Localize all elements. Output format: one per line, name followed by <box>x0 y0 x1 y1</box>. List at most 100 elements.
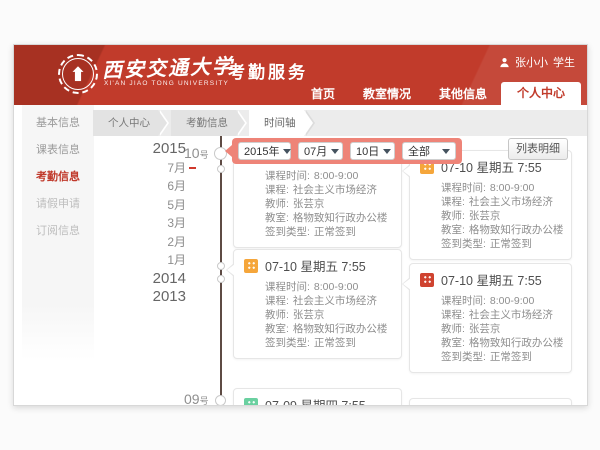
sidebar-item-timetable[interactable]: 课表信息 <box>22 137 94 164</box>
field-value: 格物致知行政办公楼 <box>469 337 564 349</box>
field-label: 教师: <box>441 210 465 222</box>
status-stamp-icon <box>244 398 258 406</box>
sidebar-item-subscription[interactable]: 订阅信息 <box>22 218 94 245</box>
nav-other-info[interactable]: 其他信息 <box>425 83 501 105</box>
nav-personal-center[interactable]: 个人中心 <box>501 82 581 105</box>
field-value: 社会主义市场经济 <box>293 184 377 196</box>
field-value: 格物致知行政办公楼 <box>293 212 388 224</box>
field-value: 社会主义市场经济 <box>469 196 553 208</box>
month-select[interactable]: 07月 <box>298 142 343 160</box>
timeline-month-1[interactable]: 1月 <box>114 251 186 270</box>
status-stamp-icon <box>244 259 258 273</box>
timeline-day-label-09: 09号 <box>184 391 209 405</box>
field-value: 张芸京 <box>469 323 501 335</box>
field-label: 课程时间: <box>265 170 310 182</box>
field-value: 张芸京 <box>293 309 325 321</box>
field-label: 课程: <box>441 309 465 321</box>
timeline-month-3[interactable]: 3月 <box>114 214 186 233</box>
field-label: 教室: <box>441 337 465 349</box>
timeline-year-2013[interactable]: 2013 <box>114 288 186 307</box>
field-label: 教师: <box>265 309 289 321</box>
field-label: 教师: <box>265 198 289 210</box>
breadcrumb-personal-center[interactable]: 个人中心 <box>93 110 158 136</box>
breadcrumb-timeline[interactable]: 时间轴 <box>249 110 304 136</box>
field-value: 社会主义市场经济 <box>293 295 377 307</box>
content-area: 基本信息 课表信息 考勤信息 请假申请 订阅信息 个人中心 考勤信息 时间轴 2… <box>14 105 587 405</box>
chevron-down-icon <box>442 149 450 154</box>
breadcrumb: 个人中心 考勤信息 时间轴 <box>93 110 587 136</box>
attendance-card-partial <box>409 398 572 405</box>
attendance-card: 07-09 星期四 7:55 <box>233 388 402 405</box>
card-date: 07-10 星期五 7:55 <box>441 270 542 289</box>
field-value: 正常签到 <box>490 351 532 363</box>
status-stamp-icon <box>420 273 434 287</box>
card-date: 07-09 星期四 7:55 <box>265 395 366 405</box>
field-label: 签到类型: <box>265 337 310 349</box>
app-window: 西安交通大学 XI'AN JIAO TONG UNIVERSITY 考勤服务 张… <box>13 44 588 406</box>
sidebar-item-attendance[interactable]: 考勤信息 <box>22 164 94 191</box>
list-detail-button[interactable]: 列表明细 <box>508 138 568 160</box>
field-value: 社会主义市场经济 <box>469 309 553 321</box>
timeline-axis <box>220 136 222 405</box>
field-label: 签到类型: <box>441 351 486 363</box>
sidebar-item-leave-request[interactable]: 请假申请 <box>22 191 94 218</box>
day-number: 09 <box>184 391 200 405</box>
field-label: 教室: <box>265 212 289 224</box>
card-date: 07-10 星期五 7:55 <box>265 256 366 275</box>
field-value: 8:00-9:00 <box>314 170 358 182</box>
field-label: 课程: <box>265 295 289 307</box>
field-label: 课程时间: <box>441 295 486 307</box>
attendance-card: 07-10 星期五 7:55 课程时间:8:00-9:00 课程:社会主义市场经… <box>233 249 402 359</box>
timeline-year-2015[interactable]: 2015 <box>114 140 186 159</box>
type-select[interactable]: 全部 <box>402 142 456 160</box>
field-value: 正常签到 <box>490 238 532 250</box>
day-suffix: 号 <box>200 396 209 405</box>
timeline-month-6[interactable]: 6月 <box>114 177 186 196</box>
app-title: 考勤服务 <box>228 58 308 83</box>
sidebar: 基本信息 课表信息 考勤信息 请假申请 订阅信息 <box>22 105 94 360</box>
field-value: 8:00-9:00 <box>490 295 534 307</box>
sidebar-item-basic-info[interactable]: 基本信息 <box>22 110 94 137</box>
day-select-value: 10日 <box>356 143 379 159</box>
timeline-year-month-list: 2015 7月 6月 5月 3月 2月 1月 2014 2013 <box>114 140 186 307</box>
person-icon <box>499 57 510 68</box>
university-name-zh: 西安交通大学 <box>102 50 235 84</box>
field-label: 课程: <box>441 196 465 208</box>
attendance-card: 07-10 星期五 7:55 课程时间:8:00-9:00 课程:社会主义市场经… <box>409 150 572 260</box>
chevron-down-icon <box>283 149 291 154</box>
field-value: 格物致知行政办公楼 <box>469 224 564 236</box>
field-value: 张芸京 <box>293 198 325 210</box>
month-label: 7月 <box>167 161 186 175</box>
timeline-month-2[interactable]: 2月 <box>114 233 186 252</box>
day-suffix: 号 <box>200 150 209 160</box>
chevron-down-icon <box>383 149 391 154</box>
user-account[interactable]: 张小小 学生 <box>499 54 575 70</box>
breadcrumb-attendance-info[interactable]: 考勤信息 <box>171 110 236 136</box>
timeline-year-2014[interactable]: 2014 <box>114 270 186 289</box>
user-role: 学生 <box>553 54 575 70</box>
timeline-node-icon <box>217 165 225 173</box>
field-value: 8:00-9:00 <box>490 182 534 194</box>
field-label: 课程: <box>265 184 289 196</box>
timeline-month-7[interactable]: 7月 <box>114 159 186 178</box>
timeline-month-5[interactable]: 5月 <box>114 196 186 215</box>
timeline-node-icon <box>217 275 225 283</box>
nav-home[interactable]: 首页 <box>297 83 349 105</box>
field-value: 格物致知行政办公楼 <box>293 323 388 335</box>
field-value: 8:00-9:00 <box>314 281 358 293</box>
main-nav: 首页 教室情况 其他信息 个人中心 <box>297 82 581 105</box>
timeline-day-label-10: 10号 <box>184 145 209 161</box>
nav-classrooms[interactable]: 教室情况 <box>349 83 425 105</box>
type-select-value: 全部 <box>408 143 430 159</box>
year-select-value: 2015年 <box>244 143 279 159</box>
month-select-value: 07月 <box>304 143 327 159</box>
field-label: 签到类型: <box>441 238 486 250</box>
university-name-en: XI'AN JIAO TONG UNIVERSITY <box>104 80 229 87</box>
day-select[interactable]: 10日 <box>350 142 395 160</box>
year-select[interactable]: 2015年 <box>238 142 291 160</box>
day-number: 10 <box>184 145 200 161</box>
field-label: 教室: <box>265 323 289 335</box>
timeline-node-icon <box>215 395 226 405</box>
field-label: 课程时间: <box>441 182 486 194</box>
field-value: 张芸京 <box>469 210 501 222</box>
